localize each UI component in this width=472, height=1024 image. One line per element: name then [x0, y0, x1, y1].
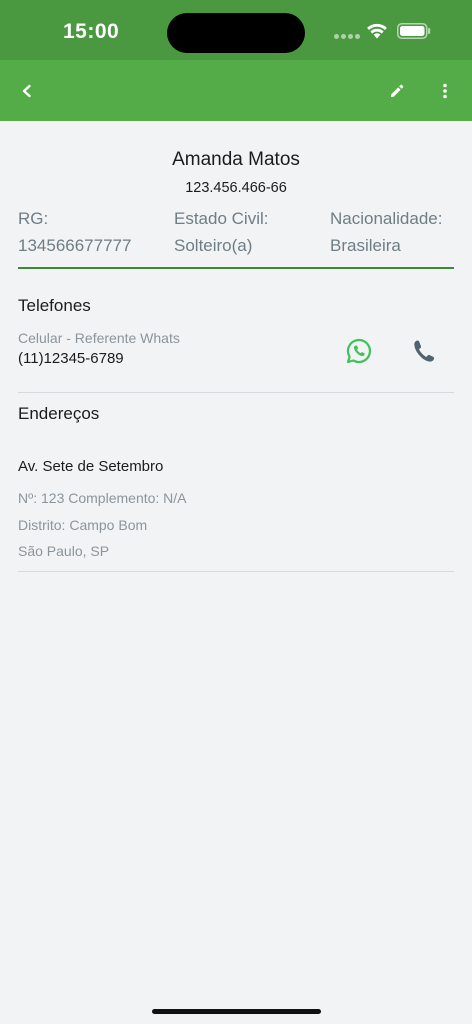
info-rg-label: RG:: [18, 209, 49, 228]
info-marital-status-value: Solteiro(a): [174, 236, 253, 255]
status-bar: 15:00: [0, 0, 472, 60]
edit-button[interactable]: [384, 78, 410, 104]
info-marital-status: Estado Civil: Solteiro(a): [174, 209, 268, 256]
phone-icon: [414, 340, 435, 362]
info-nationality: Nacionalidade: Brasileira: [330, 209, 442, 256]
app-bar: [0, 60, 472, 121]
back-button[interactable]: [14, 78, 40, 104]
phone-number: (11)12345-6789: [18, 350, 124, 367]
address-city-state: São Paulo, SP: [18, 543, 110, 559]
addresses-divider: [18, 571, 454, 572]
info-rg: RG: 134566677777: [18, 209, 131, 256]
wifi-icon: [367, 23, 387, 39]
contact-detail-screen: 15:00 Amanda Matos 123.456.466-66 RG: 13…: [0, 0, 472, 1024]
address-district: Distrito: Campo Bom: [18, 517, 148, 533]
info-marital-status-label: Estado Civil:: [174, 209, 269, 228]
more-vertical-icon: [443, 83, 447, 99]
phone-type: Celular - Referente Whats: [18, 330, 180, 346]
info-nationality-value: Brasileira: [330, 236, 401, 255]
contact-document: 123.456.466-66: [185, 180, 287, 196]
phones-section-title: Telefones: [18, 296, 91, 315]
phones-divider: [18, 392, 454, 393]
battery-icon: [397, 23, 431, 39]
call-button[interactable]: [411, 338, 437, 364]
cellular-signal-icon: [334, 34, 360, 40]
info-nationality-label: Nacionalidade:: [330, 209, 443, 228]
status-time: 15:00: [63, 20, 120, 43]
pencil-icon: [391, 84, 404, 97]
address-number-complement: Nº: 123 Complemento: N/A: [18, 490, 187, 506]
info-rg-value: 134566677777: [18, 236, 132, 255]
whatsapp-icon: [346, 338, 371, 364]
more-options-button[interactable]: [432, 78, 458, 104]
whatsapp-button[interactable]: [345, 337, 373, 365]
addresses-section-title: Endereços: [18, 404, 100, 423]
chevron-left-icon: [22, 84, 31, 98]
home-indicator[interactable]: [152, 1009, 321, 1014]
header-divider: [18, 267, 454, 269]
address-street: Av. Sete de Setembro: [18, 458, 164, 475]
dynamic-island: [167, 13, 305, 53]
contact-name: Amanda Matos: [172, 149, 300, 170]
